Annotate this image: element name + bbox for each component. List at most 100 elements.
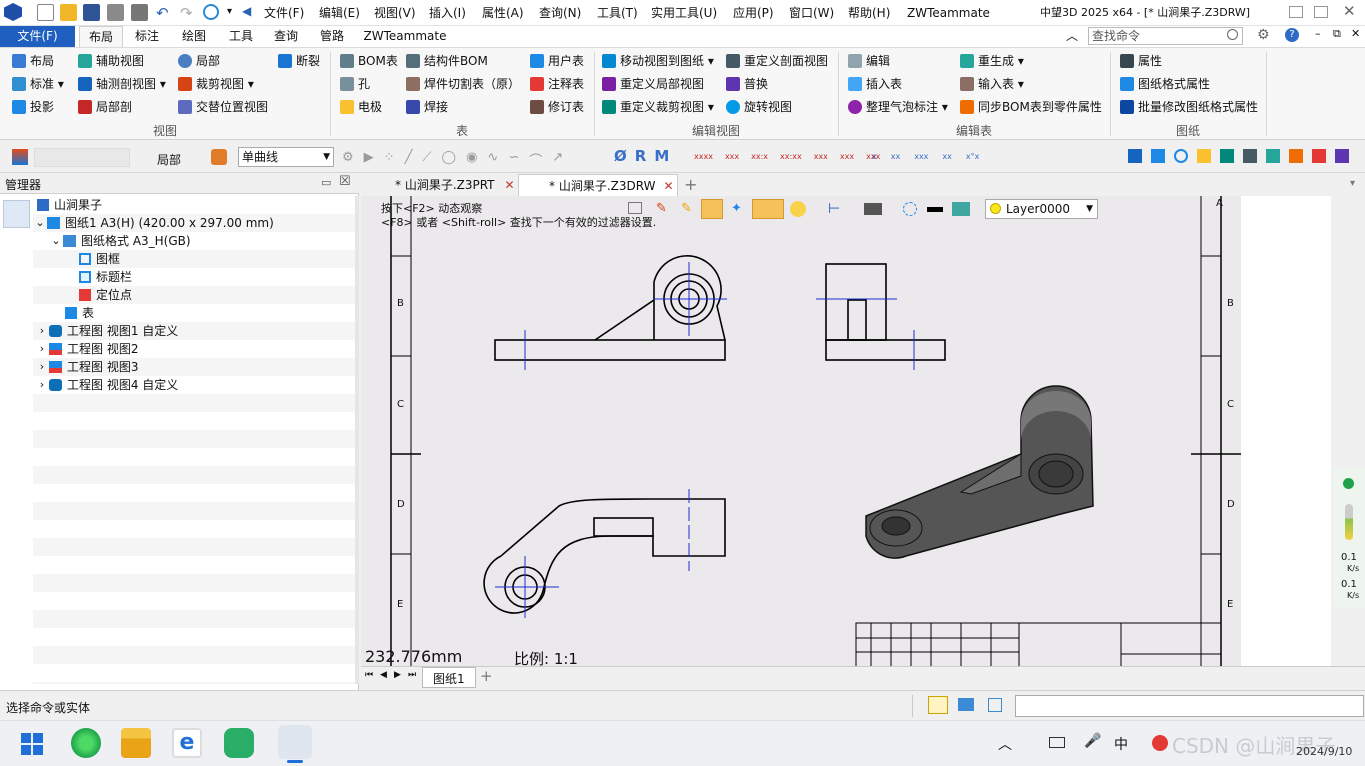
chevron-right-icon[interactable]: › [35, 322, 49, 340]
settings-gear-icon[interactable]: ⚙ [1257, 27, 1270, 43]
doc-tab-drawing[interactable]: * 山涧果子.Z3DRW ✕ [518, 174, 678, 196]
measure-m-icon[interactable]: M [654, 147, 669, 167]
pick-icon[interactable]: ✦ [731, 201, 742, 216]
view-g-icon[interactable] [1335, 149, 1349, 163]
line-icon[interactable]: ╱ [405, 150, 413, 166]
close-button[interactable]: ✕ [1343, 2, 1356, 20]
menu-view[interactable]: 视图(V) [374, 5, 416, 21]
save-icon[interactable] [83, 4, 100, 21]
maximize-button[interactable] [1314, 6, 1328, 18]
alternate-position-button[interactable]: 交替位置视图 [178, 98, 268, 116]
insert-table-button[interactable]: 插入表 [848, 75, 948, 93]
menu-window[interactable]: 窗口(W) [789, 5, 834, 21]
file-explorer-icon[interactable] [121, 728, 151, 758]
search-input[interactable]: 查找命令 [1088, 27, 1243, 45]
help-icon[interactable]: ? [1285, 28, 1299, 42]
filter-a-icon[interactable]: xxxx [694, 152, 713, 164]
chevron-down-icon[interactable]: ⌄ [49, 232, 63, 250]
shading-icon[interactable] [864, 203, 882, 215]
tree-node-sheet1[interactable]: ⌄ 图纸1 A3(H) (420.00 x 297.00 mm) [33, 214, 355, 232]
filter-select[interactable] [34, 148, 130, 167]
filter-icon[interactable] [12, 149, 28, 165]
tab-draw[interactable]: 绘图 [174, 26, 214, 47]
crop-view-button[interactable]: 裁剪视图 ▾ [178, 75, 268, 93]
edit-table-button[interactable]: 编辑 [848, 52, 948, 70]
antivirus-icon[interactable] [1152, 735, 1168, 751]
tree-node-view3[interactable]: › 工程图 视图3 [33, 358, 355, 376]
light-icon[interactable] [1197, 149, 1211, 163]
snap-gear-icon[interactable]: ⚙ [342, 150, 354, 166]
display-toggle-icon[interactable] [958, 698, 974, 711]
highlight-icon[interactable] [701, 199, 723, 219]
ray-icon[interactable]: ↗ [552, 150, 563, 166]
regen-icon[interactable] [203, 4, 219, 20]
arrange-balloon-button[interactable]: 整理气泡标注 ▾ [848, 98, 948, 116]
side-view[interactable] [816, 263, 946, 370]
tree-node-anchor[interactable]: 定位点 [33, 286, 355, 304]
open-folder-icon[interactable] [60, 4, 77, 21]
app-logo-icon[interactable] [4, 3, 22, 21]
projection-button[interactable]: 投影 [12, 98, 64, 116]
print-icon[interactable] [107, 4, 124, 21]
tray-up-arrow-icon[interactable]: ︿ [998, 734, 1012, 754]
brush-icon[interactable]: ✎ [656, 201, 667, 216]
polyline-icon[interactable]: ⟋ [422, 150, 431, 166]
chevron-down-icon[interactable]: ⌄ [33, 214, 47, 232]
weld-cut-table-button[interactable]: 焊件切割表（原） [406, 75, 520, 93]
add-sheet-icon[interactable]: + [480, 667, 493, 685]
isometric-view[interactable] [865, 385, 1094, 559]
tab-annotate[interactable]: 标注 [127, 26, 167, 47]
menu-file[interactable]: 文件(F) [264, 5, 304, 21]
user-table-button[interactable]: 用户表 [530, 52, 584, 70]
sheet-property-button[interactable]: 属性 [1120, 52, 1270, 70]
tree-node-view1[interactable]: › 工程图 视图1 自定义 [33, 322, 355, 340]
front-view[interactable] [494, 255, 727, 370]
windows-start-icon[interactable] [21, 733, 43, 755]
dimension-icon[interactable]: ⊢ [828, 201, 840, 217]
menu-zwteammate[interactable]: ZWTeammate [907, 5, 990, 21]
print-preview-icon[interactable] [131, 4, 148, 21]
diameter-icon[interactable]: Ø [614, 147, 627, 167]
rotate-view-button[interactable]: 旋转视图 [726, 98, 828, 116]
view-f-icon[interactable] [1266, 149, 1280, 163]
doc-tab-part[interactable]: * 山涧果子.Z3PRT ✕ [385, 174, 525, 196]
radius-icon[interactable]: R [635, 147, 647, 167]
import-table-button[interactable]: 输入表 ▾ [960, 75, 1102, 93]
ribbon-min-icon[interactable]: – [1315, 27, 1321, 40]
view-e-icon[interactable] [1243, 149, 1257, 163]
constraint-c-icon[interactable]: xxx [914, 152, 928, 164]
view-d-icon[interactable] [1220, 149, 1234, 163]
new-file-icon[interactable] [37, 4, 54, 21]
close-tab-icon[interactable]: ✕ [505, 178, 515, 192]
panel-close-icon[interactable]: ☒ [339, 174, 351, 189]
chevron-right-icon[interactable]: › [35, 340, 49, 358]
add-tab-icon[interactable]: + [684, 175, 697, 194]
sheet-tab-1[interactable]: 图纸1 [422, 667, 476, 688]
last-sheet-icon[interactable]: ⏭ [408, 670, 416, 680]
weld-table-button[interactable]: 焊接 [406, 98, 520, 116]
top-view[interactable] [483, 489, 726, 618]
filter-f-icon[interactable]: xxx [840, 152, 854, 164]
drawing-sheet[interactable] [361, 196, 1241, 666]
filter-c-icon[interactable]: xx:x [751, 152, 768, 164]
constraint-b-icon[interactable]: xx [891, 152, 900, 164]
tab-zwteammate[interactable]: ZWTeammate [360, 26, 450, 47]
bom-table-button[interactable]: BOM表 [340, 52, 398, 70]
wave-icon[interactable]: ∿ [487, 150, 498, 166]
undo-view-icon[interactable] [628, 202, 642, 214]
close-tab-icon[interactable]: ✕ [663, 179, 673, 193]
filter-b-icon[interactable]: xxx [725, 152, 739, 164]
electrode-table-button[interactable]: 电极 [340, 98, 398, 116]
spline-icon[interactable]: ∽ [508, 150, 519, 166]
keyboard-icon[interactable] [1049, 737, 1065, 748]
circle-icon[interactable]: ◯ [442, 150, 457, 166]
command-input[interactable] [1015, 695, 1364, 717]
tab-layout[interactable]: 布局 [79, 26, 123, 47]
pick-filter-icon[interactable] [211, 149, 227, 165]
menu-edit[interactable]: 编辑(E) [319, 5, 360, 21]
display-mode-icon[interactable] [790, 201, 806, 217]
structure-bom-button[interactable]: 结构件BOM [406, 52, 520, 70]
constraint-a-icon[interactable]: x [872, 152, 877, 164]
menu-query[interactable]: 查询(N) [539, 5, 581, 21]
tree-node-title-block[interactable]: 标题栏 [33, 268, 355, 286]
